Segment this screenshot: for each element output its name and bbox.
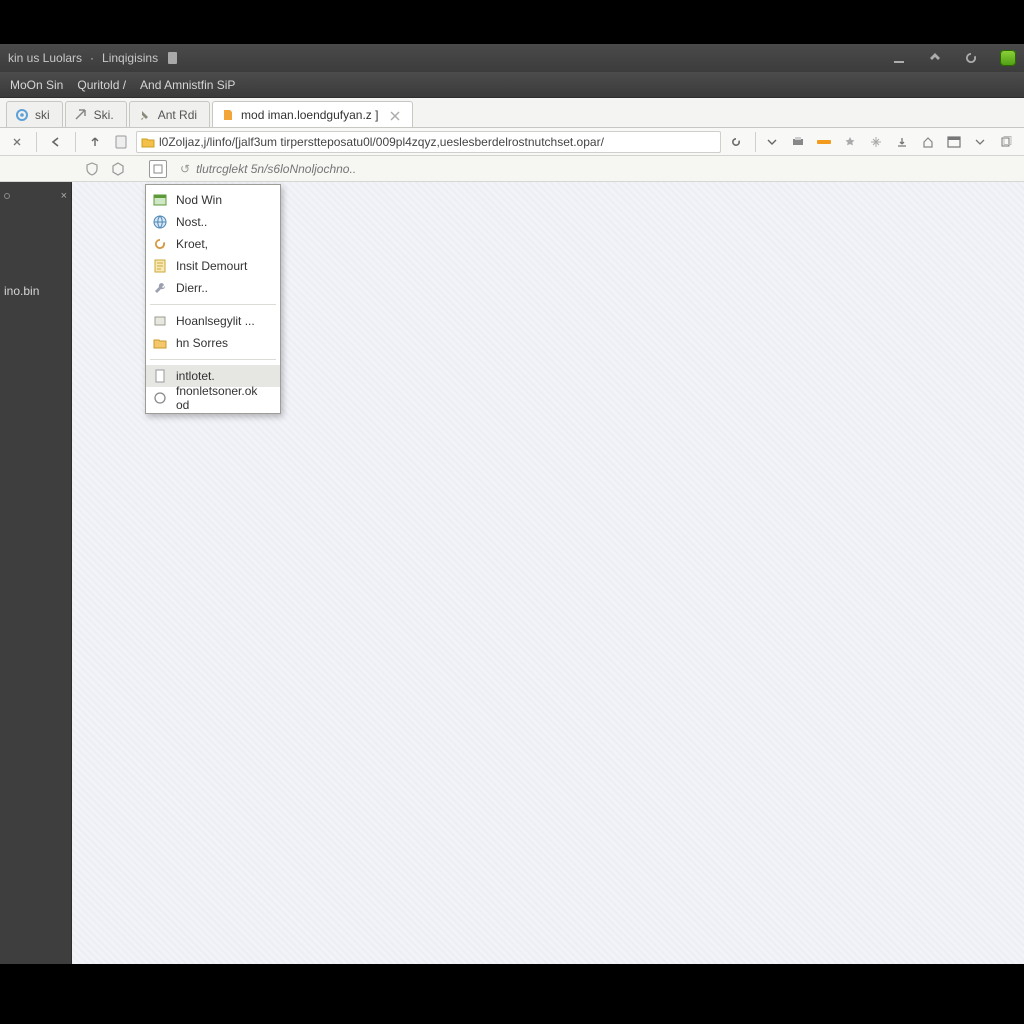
- ctx-label: Insit Demourt: [176, 259, 247, 273]
- tab-label: Ski.: [94, 108, 114, 122]
- refresh-icon[interactable]: [964, 51, 978, 65]
- print-icon[interactable]: [790, 135, 806, 149]
- tab-3[interactable]: mod iman.loendgufyan.z ]: [212, 101, 413, 127]
- ctx-item-hoan[interactable]: Hoanlsegylit ...: [146, 310, 280, 332]
- menu-item-1[interactable]: Quritold /: [77, 78, 126, 92]
- orange-marker-icon[interactable]: [816, 135, 832, 149]
- tab-label: Ant Rdi: [158, 108, 197, 122]
- ctx-label: Kroet,: [176, 237, 208, 251]
- ctx-item-nost[interactable]: Nost..: [146, 211, 280, 233]
- ctx-label: hn Sorres: [176, 336, 228, 350]
- ctx-item-new-window[interactable]: Nod Win: [146, 189, 280, 211]
- sidebar-item-label: ino.bin: [4, 284, 39, 298]
- collapse-button[interactable]: [6, 131, 28, 153]
- up-button[interactable]: [84, 131, 106, 153]
- titlebar: kin us Luolars · Linqigisins: [0, 44, 1024, 72]
- search-input[interactable]: [196, 159, 496, 179]
- chevron-down-icon[interactable]: [972, 135, 988, 149]
- ctx-item-sorres[interactable]: hn Sorres: [146, 332, 280, 354]
- separator: [75, 132, 76, 152]
- url-text: l0Zoljaz,j/linfo/[jalf3um tirperstteposa…: [159, 135, 604, 149]
- status-icon: [1000, 50, 1016, 66]
- app-name: kin us Luolars: [8, 51, 82, 65]
- url-bar[interactable]: l0Zoljaz,j/linfo/[jalf3um tirperstteposa…: [136, 131, 721, 153]
- title-sep: ·: [90, 51, 94, 65]
- tab-0[interactable]: ski: [6, 101, 63, 127]
- close-icon[interactable]: [390, 110, 400, 120]
- doc-name: Linqigisins: [102, 51, 158, 65]
- ctx-item-insit[interactable]: Insit Demourt: [146, 255, 280, 277]
- sidebar-close-icon[interactable]: ×: [61, 190, 67, 202]
- tabstrip: ski Ski. Ant Rdi mod iman.loendgufyan.z …: [0, 98, 1024, 128]
- folder-icon: [141, 135, 155, 149]
- copy-icon[interactable]: [998, 135, 1014, 149]
- separator: [36, 132, 37, 152]
- ctx-label: Hoanlsegylit ...: [176, 314, 255, 328]
- gear-icon: [15, 108, 29, 122]
- ctx-separator: [150, 359, 276, 360]
- search-prefix-icon: ↺: [180, 162, 190, 176]
- pin-icon: [138, 108, 152, 122]
- ctx-item-fnon[interactable]: fnonletsoner.ok od: [146, 387, 280, 409]
- home-icon[interactable]: [920, 135, 936, 149]
- arrow-icon: [74, 108, 88, 122]
- client-area: ski Ski. Ant Rdi mod iman.loendgufyan.z …: [0, 98, 1024, 964]
- tab-label: ski: [35, 108, 50, 122]
- window-icon[interactable]: [946, 135, 962, 149]
- tab-2[interactable]: Ant Rdi: [129, 101, 210, 127]
- circle-icon: [152, 390, 168, 406]
- book-icon[interactable]: [110, 131, 132, 153]
- folder-icon: [152, 335, 168, 351]
- window-icon: [152, 192, 168, 208]
- navbar: l0Zoljaz,j/linfo/[jalf3um tirperstteposa…: [0, 128, 1024, 156]
- doc-icon: [152, 368, 168, 384]
- dropdown-icon[interactable]: [764, 135, 780, 149]
- tab-label: mod iman.loendgufyan.z ]: [241, 108, 378, 122]
- separator: [755, 132, 756, 152]
- sidebar: × ino.bin: [0, 182, 72, 964]
- new-window-icon[interactable]: [148, 159, 168, 179]
- ctx-label: Nost..: [176, 215, 207, 229]
- globe-icon: [152, 214, 168, 230]
- menu-item-2[interactable]: And Amnistfin SiP: [140, 78, 235, 92]
- ctx-label: Dierr..: [176, 281, 208, 295]
- menu-item-0[interactable]: MoOn Sin: [10, 78, 63, 92]
- shield-icon[interactable]: [82, 159, 102, 179]
- note-icon: [152, 258, 168, 274]
- sidebar-item[interactable]: ino.bin: [4, 284, 39, 298]
- ctx-label: Nod Win: [176, 193, 222, 207]
- box-icon: [152, 313, 168, 329]
- menubar: MoOn Sin Quritold / And Amnistfin SiP: [0, 72, 1024, 98]
- ctx-item-dierr[interactable]: Dierr..: [146, 277, 280, 299]
- searchbar: ↺: [0, 156, 1024, 182]
- content-area[interactable]: Nod Win Nost.. Kroet,: [72, 182, 1024, 964]
- page-icon: [221, 108, 235, 122]
- ctx-label: fnonletsoner.ok od: [176, 384, 270, 412]
- tab-1[interactable]: Ski.: [65, 101, 127, 127]
- reload-button[interactable]: [725, 131, 747, 153]
- import-icon[interactable]: [894, 135, 910, 149]
- star-icon[interactable]: [842, 135, 858, 149]
- sparkle-icon[interactable]: [868, 135, 884, 149]
- ctx-separator: [150, 304, 276, 305]
- sidebar-toggle-icon[interactable]: [4, 193, 10, 199]
- file-icon: [166, 51, 180, 65]
- split-view: × ino.bin Nod Win: [0, 182, 1024, 964]
- browser-window: kin us Luolars · Linqigisins MoOn Sin Qu…: [0, 44, 1024, 964]
- context-menu: Nod Win Nost.. Kroet,: [145, 184, 281, 414]
- toolbar-right: [764, 135, 1018, 149]
- tool-icon: [152, 280, 168, 296]
- hex-icon[interactable]: [108, 159, 128, 179]
- minimize-icon[interactable]: [892, 51, 906, 65]
- ctx-label: intlotet.: [176, 369, 215, 383]
- back-button[interactable]: [45, 131, 67, 153]
- refresh-icon: [152, 236, 168, 252]
- ctx-item-kroet[interactable]: Kroet,: [146, 233, 280, 255]
- maximize-icon[interactable]: [928, 51, 942, 65]
